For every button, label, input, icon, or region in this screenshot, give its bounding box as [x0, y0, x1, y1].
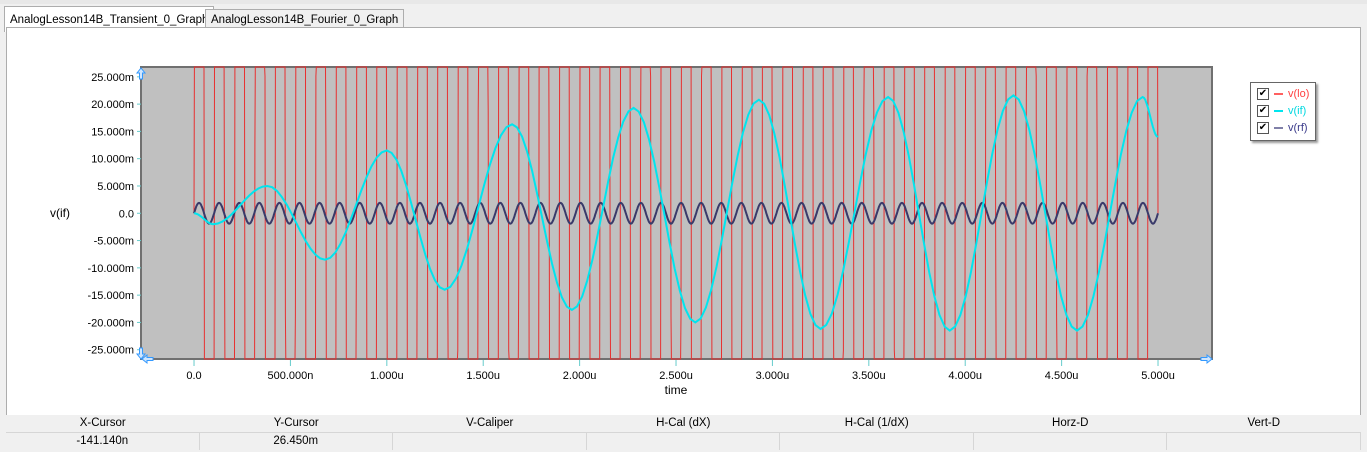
- x-tick-label: 3.000u: [756, 370, 790, 382]
- y-tick-label: -20.000m: [88, 317, 134, 329]
- y-axis: 25.000m 20.000m 15.000m 10.000m 5.000m 0.0 -5.…: [88, 72, 141, 357]
- checkbox-checked-icon[interactable]: ✔: [1257, 122, 1269, 134]
- legend-item-v-lo[interactable]: ✔ v(lo): [1257, 86, 1309, 102]
- y-tick-label: -5.000m: [94, 236, 134, 248]
- y-tick-label: -10.000m: [88, 263, 134, 275]
- cursor-header: Vert-D: [1247, 417, 1281, 429]
- x-tick-label: 500.000n: [267, 370, 313, 382]
- y-tick-label: 15.000m: [91, 126, 134, 138]
- legend-item-v-rf[interactable]: ✔ v(rf): [1257, 120, 1308, 136]
- x-tick-label: 4.000u: [948, 370, 982, 382]
- y-axis-label: v(if): [50, 206, 70, 220]
- y-tick-label: 0.0: [119, 208, 134, 220]
- x-tick-label: 5.000u: [1141, 370, 1175, 382]
- legend: ✔ v(lo) ✔ v(if) ✔ v(rf): [1250, 82, 1316, 141]
- x-axis: 0.0 500.000n 1.000u 1.500u 2.000u 2.500u 3.000…: [186, 360, 1175, 382]
- cursor-header: X-Cursor: [79, 417, 126, 429]
- x-tick-label: 4.500u: [1045, 370, 1079, 382]
- y-tick-label: 5.000m: [97, 181, 134, 193]
- x-axis-label: time: [665, 383, 688, 397]
- cursor-value: [974, 433, 1167, 450]
- cursor-table: X-Cursor Y-Cursor V-Caliper H-Cal (dX) H-Cal…: [6, 415, 1361, 452]
- x-tick-label: 1.000u: [370, 370, 404, 382]
- cursor-header: Y-Cursor: [273, 417, 319, 429]
- x-tick-label: 2.500u: [659, 370, 693, 382]
- x-tick-label: 0.0: [186, 370, 201, 382]
- cursor-value: [780, 433, 974, 450]
- y-tick-label: -15.000m: [88, 290, 134, 302]
- checkbox-checked-icon[interactable]: ✔: [1257, 105, 1269, 117]
- cursor-header: Horz-D: [1052, 417, 1089, 429]
- cursor-value: [1167, 433, 1361, 450]
- x-tick-label: 1.500u: [466, 370, 500, 382]
- y-tick-label: 25.000m: [91, 72, 134, 84]
- y-tick-label: -25.000m: [88, 345, 134, 357]
- cursor-value: [587, 433, 780, 450]
- cursor-header: H-Cal (1/dX): [844, 417, 909, 429]
- cursor-value: 26.450m: [200, 433, 393, 450]
- cursor-value: -141.140n: [6, 433, 200, 450]
- cursor-header: H-Cal (dX): [656, 417, 711, 429]
- x-tick-label: 3.500u: [852, 370, 886, 382]
- y-tick-label: 10.000m: [91, 154, 134, 166]
- transient-chart[interactable]: 25.000m 20.000m 15.000m 10.000m 5.000m 0.0 -5.…: [0, 0, 1367, 415]
- x-tick-label: 2.000u: [563, 370, 597, 382]
- y-tick-label: 20.000m: [91, 99, 134, 111]
- checkbox-checked-icon[interactable]: ✔: [1257, 88, 1269, 100]
- legend-item-v-if[interactable]: ✔ v(if): [1257, 103, 1306, 119]
- cursor-value: [393, 433, 587, 450]
- cursor-header: V-Caliper: [466, 417, 514, 429]
